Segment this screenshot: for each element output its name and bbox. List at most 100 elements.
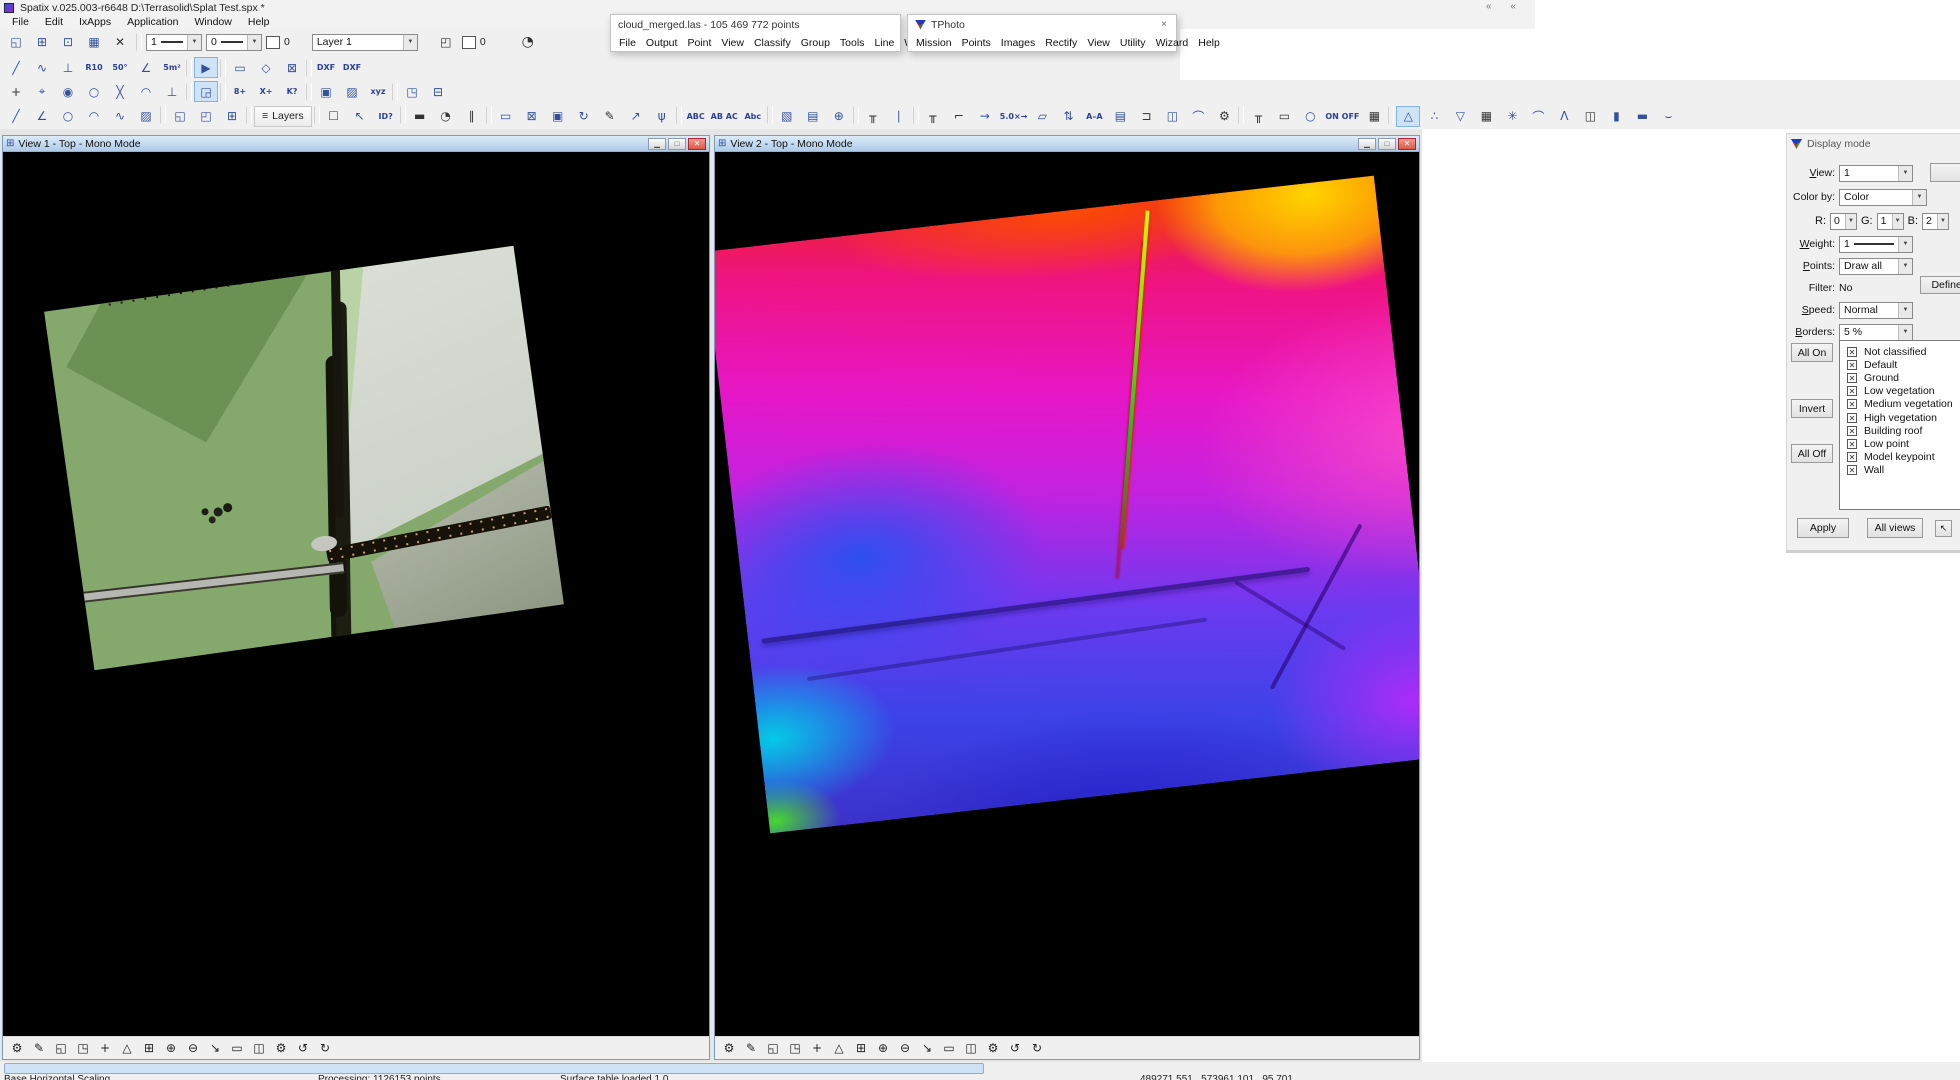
classify-brush-icon[interactable]: ✎ — [741, 1039, 761, 1058]
combo-arrow-icon[interactable]: ▼ — [1912, 190, 1926, 205]
view-attributes-icon[interactable]: ⚙ — [983, 1039, 1003, 1058]
close-button[interactable]: ✕ — [1398, 138, 1416, 150]
fence-rotate-icon[interactable]: ↻ — [572, 106, 596, 127]
borders-select[interactable]: 5 % ▼ — [1839, 324, 1913, 341]
menu-item[interactable]: Point — [682, 37, 716, 49]
render-mode-icon[interactable]: ◫ — [249, 1039, 269, 1058]
update-view-icon[interactable]: ◳ — [73, 1039, 93, 1058]
r-select[interactable]: 0 ▼ — [1830, 213, 1857, 230]
pointcloud-orthophoto[interactable] — [44, 246, 564, 670]
collapse-panel-icon[interactable]: ↖ — [1935, 520, 1952, 537]
menu-item[interactable]: View — [716, 37, 749, 49]
place-arc-icon[interactable]: ◠ — [82, 106, 106, 127]
view-settings-icon[interactable]: ⚙ — [719, 1039, 739, 1058]
measure-stream-icon[interactable]: ∿ — [30, 57, 54, 78]
place-image-icon[interactable]: ▨ — [134, 106, 158, 127]
draw-parallelogram-icon[interactable]: ▱ — [1030, 106, 1054, 127]
fit-view-icon[interactable]: △ — [117, 1039, 137, 1058]
toolbar-overflow-chevrons-icon[interactable]: « « — [1486, 1, 1524, 12]
classify-fence-icon[interactable]: △ — [1396, 106, 1420, 127]
copy-view-icon[interactable]: ◱ — [763, 1039, 783, 1058]
fit-button[interactable]: F — [1930, 163, 1960, 182]
render-mode-icon[interactable]: ◫ — [961, 1039, 981, 1058]
minimize-button[interactable]: ▁ — [648, 138, 666, 150]
measure-protractor-icon[interactable]: ◔ — [434, 106, 458, 127]
pan-view-icon[interactable]: + — [807, 1039, 827, 1058]
color-by-select[interactable]: Color ▼ — [1839, 189, 1927, 206]
combo-arrow-icon[interactable]: ▼ — [187, 35, 201, 50]
xy-keyin-icon[interactable]: X+ — [254, 81, 278, 102]
update-view-icon[interactable]: ◳ — [785, 1039, 805, 1058]
section-window-icon[interactable]: ◫ — [1578, 106, 1602, 127]
draw-profile-icon[interactable]: ╥ — [921, 106, 945, 127]
close-icon[interactable]: × — [1159, 19, 1169, 30]
dxf-export-icon[interactable]: DXF — [314, 57, 338, 78]
powerline-catenary-icon[interactable]: ⌒ — [1526, 106, 1550, 127]
road-section-icon[interactable]: ▬ — [1630, 106, 1654, 127]
view-select[interactable]: 1 ▼ — [1839, 165, 1913, 182]
snap-tangent-icon[interactable]: ◠ — [134, 81, 158, 102]
open-design-file-icon[interactable]: ◱ — [4, 32, 28, 53]
menu-item[interactable]: Points — [957, 37, 996, 49]
import-block-icon[interactable]: ⊞ — [220, 106, 244, 127]
join-elements-icon[interactable]: ψ — [650, 106, 674, 127]
draw-vector-icon[interactable]: ↗ — [624, 106, 648, 127]
identify-point-icon[interactable]: ID? — [374, 106, 398, 127]
weight-select[interactable]: 1 ▼ — [1839, 236, 1913, 253]
place-circle-icon[interactable]: ○ — [56, 106, 80, 127]
view1-titlebar[interactable]: ⊞ View 1 - Top - Mono Mode ▁ □ ✕ — [3, 136, 709, 152]
view2-canvas[interactable] — [715, 152, 1419, 1036]
active-color-swatch[interactable] — [266, 36, 280, 49]
menu-item[interactable]: Window — [187, 16, 240, 28]
combo-arrow-icon[interactable]: ▼ — [1898, 325, 1912, 340]
invert-button[interactable]: Invert — [1791, 399, 1833, 418]
scale-station-icon[interactable]: 5.0×→ — [999, 106, 1029, 127]
line-weight-combo[interactable]: 1 ▼ — [146, 34, 202, 51]
select-fence-icon[interactable]: ☐ — [322, 106, 346, 127]
view-settings-icon[interactable]: ⚙ — [7, 1039, 27, 1058]
combo-arrow-icon[interactable]: ▼ — [1898, 259, 1912, 274]
fit-view-icon[interactable]: △ — [829, 1039, 849, 1058]
fill-bucket-icon[interactable]: ◰ — [434, 32, 458, 53]
layer-combo[interactable]: Layer 1 ▼ — [312, 34, 418, 51]
stamp-tool-icon[interactable]: ▮ — [1604, 106, 1628, 127]
measure-bearing-icon[interactable]: ∠ — [134, 57, 158, 78]
section-a-a-icon[interactable]: A–A — [1082, 106, 1106, 127]
redo-icon[interactable]: ↻ — [315, 1039, 335, 1058]
menu-item[interactable]: Help — [1193, 37, 1225, 49]
snap-intersection-icon[interactable]: ╳ — [108, 81, 132, 102]
class-row[interactable]: ✕ Not classified — [1840, 345, 1960, 358]
combo-arrow-icon[interactable]: ▼ — [1892, 214, 1903, 229]
class-checkbox[interactable]: ✕ — [1847, 386, 1857, 396]
draw-ellipse-icon[interactable]: ○ — [1298, 106, 1322, 127]
data-point-keyin-icon[interactable]: 8+ — [228, 81, 252, 102]
rotate-view-icon[interactable]: ↘ — [917, 1039, 937, 1058]
cube-3d-icon[interactable]: ◫ — [1160, 106, 1184, 127]
menu-item[interactable]: Output — [641, 37, 683, 49]
draw-rectangle-icon[interactable]: ▭ — [1272, 106, 1296, 127]
class-row[interactable]: ✕ High vegetation — [1840, 411, 1960, 424]
menu-item[interactable]: File — [4, 16, 37, 28]
vegetation-tree-icon[interactable]: ✳ — [1500, 106, 1524, 127]
menu-item[interactable]: Help — [240, 16, 278, 28]
tin-triangles-icon[interactable]: ▽ — [1448, 106, 1472, 127]
apply-button[interactable]: Apply — [1797, 518, 1849, 538]
cell-library-icon[interactable]: ▦ — [82, 32, 106, 53]
import-file-icon[interactable]: ⊡ — [56, 32, 80, 53]
combo-arrow-icon[interactable]: ▼ — [1898, 237, 1912, 252]
model-tree-icon[interactable]: ╥ — [1246, 106, 1270, 127]
render-cube-icon[interactable]: ▦ — [1362, 106, 1386, 127]
class-checkbox[interactable]: ✕ — [1847, 347, 1857, 357]
redo-icon[interactable]: ↻ — [1027, 1039, 1047, 1058]
place-cell-icon[interactable]: ▣ — [314, 81, 338, 102]
view1-canvas[interactable] — [3, 152, 709, 1036]
photo-view-icon[interactable]: ▤ — [801, 106, 825, 127]
tower-icon[interactable]: Λ — [1552, 106, 1576, 127]
curve-tangent-icon[interactable]: ⌒ — [1186, 106, 1210, 127]
measure-caliper-icon[interactable]: ∥ — [460, 106, 484, 127]
menu-item[interactable]: Rectify — [1040, 37, 1082, 49]
maximize-button[interactable]: □ — [668, 138, 686, 150]
elevation-colorbar-icon[interactable]: ▤ — [1108, 106, 1132, 127]
class-row[interactable]: ✕ Low point — [1840, 437, 1960, 450]
select-element-icon[interactable]: ↖ — [348, 106, 372, 127]
